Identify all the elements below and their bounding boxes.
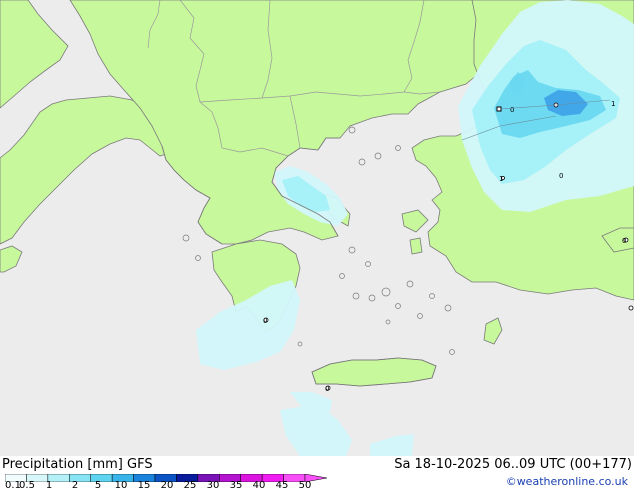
city-value-label: 0 [263, 317, 267, 325]
city-marker [628, 305, 634, 311]
city-value-label: 1 [499, 175, 503, 183]
city-value-label: 0 [510, 106, 514, 114]
city-marker: 0 [559, 172, 563, 180]
city-marker: 0 [325, 385, 331, 393]
city-value-label: 1 [611, 100, 615, 108]
map-title: Precipitation [mm] GFS [2, 457, 153, 472]
credit-link[interactable]: ©weatheronline.co.uk [506, 475, 628, 489]
city-value-label: 0 [325, 385, 329, 393]
city-value-label: 0 [622, 237, 626, 245]
forecast-run-label: Sa 18-10-2025 06..09 UTC (00+177) [394, 457, 632, 472]
city-marker: 0 [263, 317, 269, 325]
precipitation-map: 0 1 1 0 0 0 0 [0, 0, 634, 456]
footer-bar: Precipitation [mm] GFS Sa 18-10-2025 06.… [0, 456, 634, 491]
city-value-label: 0 [559, 172, 563, 180]
land-chios [409, 237, 423, 255]
